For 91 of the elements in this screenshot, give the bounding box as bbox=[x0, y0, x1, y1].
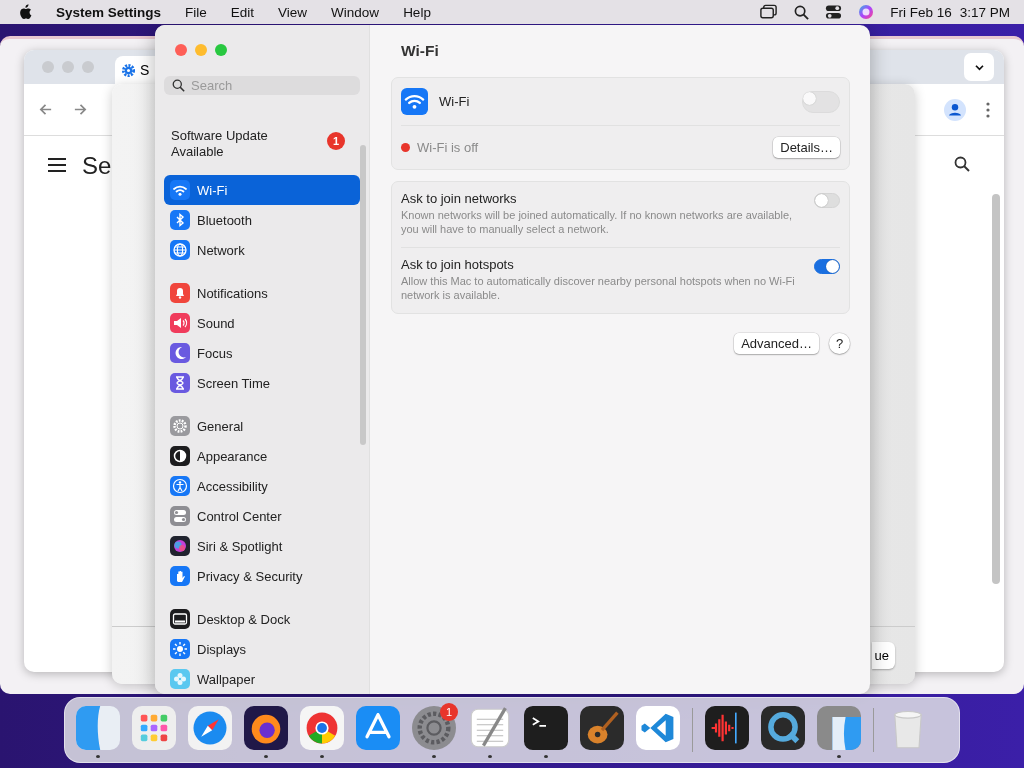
toggles-icon[interactable] bbox=[825, 4, 843, 20]
hourglass-icon bbox=[170, 373, 190, 393]
sidebar-item[interactable]: Focus bbox=[164, 338, 360, 368]
gear-icon bbox=[121, 62, 136, 78]
terminal-icon[interactable] bbox=[524, 706, 568, 750]
sidebar-item[interactable]: Privacy & Security bbox=[164, 561, 360, 591]
option-title: Ask to join hotspots bbox=[401, 257, 515, 272]
back-icon[interactable] bbox=[38, 102, 53, 117]
globe-icon[interactable] bbox=[244, 706, 288, 750]
chevron-down-icon bbox=[973, 63, 985, 71]
guitar-icon[interactable] bbox=[580, 706, 624, 750]
wifi-label: Wi-Fi bbox=[439, 94, 470, 109]
menu-item[interactable]: File bbox=[185, 4, 207, 20]
contrast-icon bbox=[170, 446, 190, 466]
menu-item[interactable]: Window bbox=[331, 4, 380, 20]
notepad-icon[interactable] bbox=[468, 706, 512, 750]
two-tone-icon[interactable] bbox=[76, 706, 120, 750]
window-control[interactable] bbox=[215, 44, 227, 56]
orb-icon[interactable] bbox=[858, 4, 875, 20]
help-button[interactable]: ? bbox=[829, 333, 850, 354]
monitor-icon bbox=[170, 609, 190, 629]
sidebar-item[interactable]: Network bbox=[164, 235, 360, 265]
ribbon-icon[interactable] bbox=[636, 706, 680, 750]
gear-icon bbox=[170, 416, 190, 436]
kebab-menu-icon[interactable] bbox=[986, 101, 990, 118]
sidebar-item[interactable]: Accessibility bbox=[164, 471, 360, 501]
sidebar-item[interactable]: Notifications bbox=[164, 278, 360, 308]
forward-icon[interactable] bbox=[73, 102, 88, 117]
sidebar-item[interactable]: Desktop & Dock bbox=[164, 604, 360, 634]
advanced-button[interactable]: Advanced… bbox=[734, 333, 819, 354]
q-lens-icon[interactable] bbox=[761, 706, 805, 750]
sidebar-item[interactable]: Displays bbox=[164, 634, 360, 664]
sun-icon bbox=[170, 639, 190, 659]
dialog-button[interactable]: ue bbox=[871, 642, 895, 669]
app-name: System Settings bbox=[56, 4, 162, 20]
toggles-icon bbox=[170, 506, 190, 526]
moon-icon bbox=[170, 343, 190, 363]
search-icon bbox=[172, 79, 185, 93]
option-description: Allow this Mac to automatically discover nearby personal hotspots when no Wi-Fi network is available. bbox=[401, 274, 796, 302]
notification-badge: 1 bbox=[440, 703, 458, 721]
sidebar-item[interactable]: Appearance bbox=[164, 441, 360, 471]
hand-icon bbox=[170, 566, 190, 586]
person-icon bbox=[170, 476, 190, 496]
menu-item[interactable]: View bbox=[278, 4, 308, 20]
scrollbar[interactable] bbox=[360, 145, 366, 445]
search-icon[interactable] bbox=[794, 4, 810, 20]
browser-tab[interactable]: S bbox=[115, 56, 155, 84]
gear-icon[interactable] bbox=[412, 706, 456, 750]
option-title: Ask to join networks bbox=[401, 191, 518, 206]
two-tone-icon[interactable] bbox=[817, 706, 861, 750]
count-badge: 1 bbox=[327, 132, 345, 151]
windows-icon[interactable] bbox=[759, 4, 779, 20]
option-toggle[interactable] bbox=[814, 259, 840, 274]
menu-item[interactable]: Help bbox=[403, 4, 431, 20]
option-description: Known networks will be joined automatically. If no known networks are available, you will have to manually select a network. bbox=[401, 208, 794, 236]
orb-icon bbox=[170, 536, 190, 556]
tab-menu-button[interactable] bbox=[964, 53, 994, 81]
wifi-icon bbox=[401, 88, 428, 115]
sidebar-item[interactable]: Sound bbox=[164, 308, 360, 338]
window-title: Wi-Fi bbox=[401, 42, 440, 60]
sidebar-item[interactable]: Control Center bbox=[164, 501, 360, 531]
sidebar-item[interactable]: Wi-Fi bbox=[164, 175, 360, 205]
details-button[interactable]: Details… bbox=[773, 137, 840, 158]
menu-item[interactable]: Edit bbox=[230, 4, 255, 20]
sidebar-item[interactable]: Siri & Spotlight bbox=[164, 531, 360, 561]
waveform-icon[interactable] bbox=[705, 706, 749, 750]
apple-icon bbox=[18, 4, 32, 20]
flower-icon bbox=[170, 669, 190, 689]
menu-time[interactable]: 3:17 PM bbox=[959, 4, 1010, 20]
sidebar-item[interactable]: General bbox=[164, 411, 360, 441]
sidebar-item[interactable]: Bluetooth bbox=[164, 205, 360, 235]
profile-icon[interactable] bbox=[944, 98, 966, 121]
search-icon[interactable] bbox=[954, 156, 970, 172]
sidebar-item[interactable]: Wallpaper bbox=[164, 664, 360, 694]
bell-icon bbox=[170, 283, 190, 303]
update-item[interactable]: Software Update Available 1 bbox=[164, 128, 360, 162]
wifi-icon bbox=[170, 180, 190, 200]
window-control[interactable] bbox=[175, 44, 187, 56]
compass-icon[interactable] bbox=[188, 706, 232, 750]
bluetooth-icon bbox=[170, 210, 190, 230]
globe-icon bbox=[170, 240, 190, 260]
menu-icon[interactable] bbox=[48, 158, 66, 172]
sidebar-item[interactable]: Screen Time bbox=[164, 368, 360, 398]
menu-date[interactable]: Fri Feb 16 bbox=[890, 4, 952, 20]
wifi-status: Wi-Fi is off bbox=[417, 140, 479, 155]
wifi-toggle[interactable] bbox=[802, 90, 840, 113]
grid-icon[interactable] bbox=[132, 706, 176, 750]
page-heading: Se bbox=[82, 152, 112, 180]
scrollbar[interactable] bbox=[992, 194, 1000, 584]
speaker-icon bbox=[170, 313, 190, 333]
a-glyph-icon[interactable] bbox=[356, 706, 400, 750]
